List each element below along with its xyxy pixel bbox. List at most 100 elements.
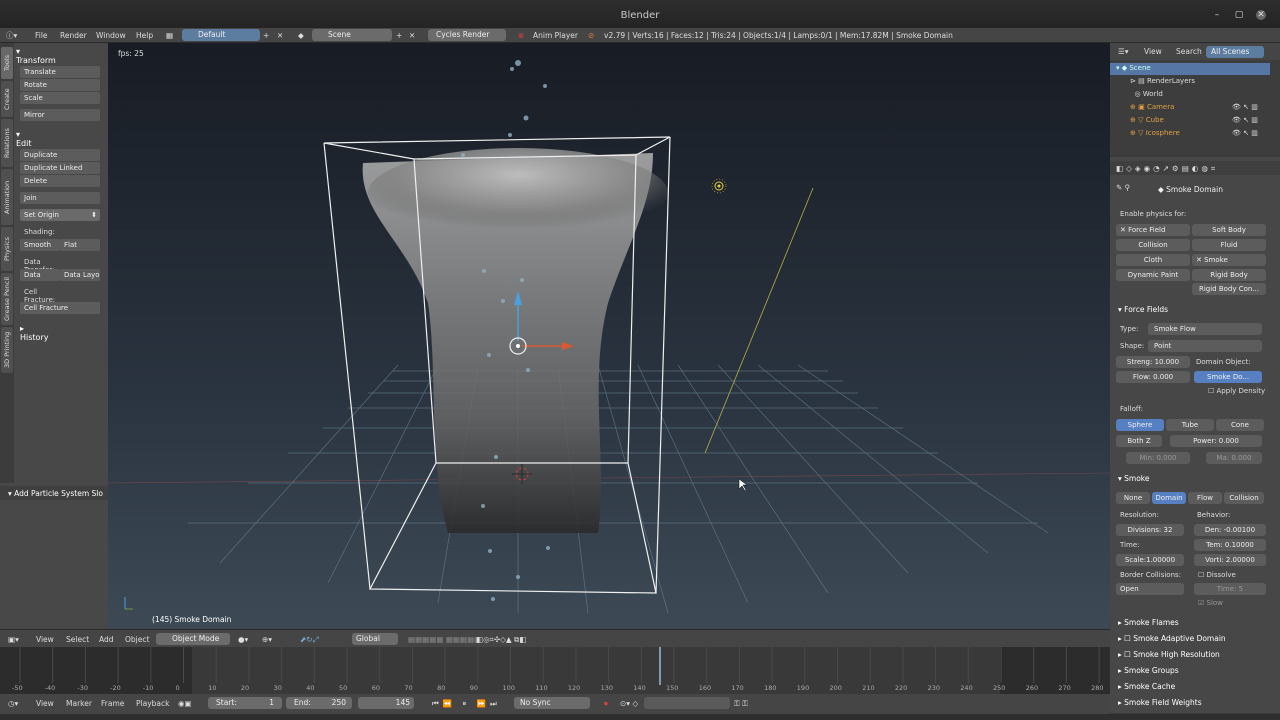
add-scene-icon[interactable]: + (396, 30, 402, 41)
visibility-icons[interactable]: 👁 ↖ ▥ (1232, 103, 1258, 111)
minimize-button[interactable]: – (1212, 10, 1222, 20)
slow-checkbox[interactable]: ☑ Slow (1198, 599, 1223, 607)
scene-icon[interactable]: ◆ (298, 30, 304, 41)
context-tab-icons[interactable]: ◧◇◈◉◔↗⚙▤◐◍⌗ (1116, 163, 1218, 174)
preview-range-icons[interactable]: ◉▣ (178, 698, 192, 709)
outliner-item-world[interactable]: ◎ World (1130, 90, 1162, 98)
smoke-cache-panel[interactable]: ▸ Smoke Cache (1118, 682, 1175, 691)
transform-orientation-select[interactable]: Global (352, 633, 398, 645)
render-engine-select[interactable]: Cycles Render (428, 29, 506, 41)
border-collisions-select[interactable]: Open (1116, 583, 1184, 595)
menu-render[interactable]: Render (60, 30, 87, 41)
falloff-sphere-button[interactable]: Sphere (1116, 419, 1164, 431)
fluid-button[interactable]: Fluid (1192, 239, 1266, 251)
tab-3d-printing[interactable]: 3D Printing (1, 327, 13, 373)
smoke-type-flow[interactable]: Flow (1188, 492, 1222, 504)
viewport-menu-object[interactable]: Object (125, 634, 149, 645)
menu-window[interactable]: Window (96, 30, 126, 41)
collision-button[interactable]: Collision (1116, 239, 1190, 251)
outliner-item-camera[interactable]: ⊕ ▣ Camera (1130, 103, 1174, 111)
smoke-high-resolution-panel[interactable]: ▸ ☐ Smoke High Resolution (1118, 650, 1220, 659)
viewport-menu-add[interactable]: Add (99, 634, 114, 645)
screen-layout-field[interactable]: Default (182, 29, 260, 41)
timeline-menu-frame[interactable]: Frame (101, 698, 124, 709)
timeline[interactable]: -50 -40 -30 -20 -10 0 10 20 30 40 50 60 70 80 90 100 110… (0, 647, 1110, 694)
data-layout-button[interactable]: Data Layo (60, 269, 100, 281)
rigid-body-button[interactable]: Rigid Body (1192, 269, 1266, 281)
end-frame-field[interactable]: End: 250 (286, 697, 352, 709)
cell-fracture-button[interactable]: Cell Fracture (20, 302, 100, 314)
scale-button[interactable]: Scale (20, 92, 100, 104)
add-layout-icon[interactable]: + (263, 30, 269, 41)
tab-create[interactable]: Create (1, 81, 13, 117)
min-distance-field[interactable]: Min: 0.000 (1126, 452, 1190, 464)
outliner-item-icosphere[interactable]: ⊕ ▽ Icosphere (1130, 129, 1180, 137)
sync-mode-select[interactable]: No Sync (514, 697, 590, 709)
viewport-menu-view[interactable]: View (36, 634, 54, 645)
delete-button[interactable]: Delete (20, 175, 100, 187)
menu-help[interactable]: Help (136, 30, 153, 41)
viewport-menu-select[interactable]: Select (66, 634, 89, 645)
smoke-flames-panel[interactable]: ▸ Smoke Flames (1118, 618, 1179, 627)
time-scale-field[interactable]: Scale:1.00000 (1116, 554, 1184, 566)
dissolve-checkbox[interactable]: ☐ Dissolve (1198, 571, 1236, 579)
outliner-item-renderlayers[interactable]: ⊳ ▤ RenderLayers (1130, 77, 1195, 85)
menu-file[interactable]: File (35, 30, 48, 41)
smoke-panel-header[interactable]: ▾ Smoke (1118, 474, 1150, 483)
history-panel-header[interactable]: ▸ History (20, 324, 48, 342)
properties-pin-icon[interactable]: ✎ ⚲ (1116, 183, 1130, 192)
playback-controls[interactable]: ⏮⏪ ⏸ ⏩⏭ (432, 698, 501, 709)
outliner-scope-select[interactable]: All Scenes (1206, 46, 1264, 58)
tab-animation[interactable]: Animation (1, 169, 13, 225)
viewport-tool-icons[interactable]: ◧◎⌗✣◇▲ ⧉◧ (476, 634, 527, 645)
duplicate-linked-button[interactable]: Duplicate Linked (20, 162, 100, 174)
properties-context-tabs[interactable]: ◧◇◈◉◔↗⚙▤◐◍⌗ (1110, 161, 1280, 175)
current-frame-field[interactable]: 145 (358, 697, 414, 709)
outliner-item-cube[interactable]: ⊕ ▽ Cube (1130, 116, 1164, 124)
transform-panel-header[interactable]: ▾ Transform (16, 47, 56, 65)
timeline-menu-playback[interactable]: Playback (136, 698, 169, 709)
flat-button[interactable]: Flat (60, 239, 100, 251)
smoke-type-none[interactable]: None (1116, 492, 1150, 504)
scene-field[interactable]: Scene (312, 29, 392, 41)
timeline-menu-marker[interactable]: Marker (66, 698, 92, 709)
outliner-menu-search[interactable]: Search (1176, 46, 1202, 57)
tab-tools[interactable]: Tools (1, 47, 13, 79)
smoke-groups-panel[interactable]: ▸ Smoke Groups (1118, 666, 1179, 675)
timeline-editor-icon[interactable]: ◷▾ (8, 698, 18, 709)
start-frame-field[interactable]: Start: 1 (208, 697, 282, 709)
visibility-icons-icosphere[interactable]: 👁 ↖ ▥ (1232, 129, 1258, 137)
viewport-editor-icon[interactable]: ▣▾ (8, 634, 19, 645)
remove-scene-icon[interactable]: ✕ (409, 30, 415, 41)
info-editor-icon[interactable]: ⓘ▾ (6, 30, 17, 41)
tab-grease-pencil[interactable]: Grease Pencil (1, 273, 13, 325)
divisions-field[interactable]: Divisions: 32 (1116, 524, 1184, 536)
translate-button[interactable]: Translate (20, 66, 100, 78)
3d-viewport[interactable]: fps: 25 (145) Smoke Domain (108, 43, 1110, 629)
smoke-adaptive-domain-panel[interactable]: ▸ ☐ Smoke Adaptive Domain (1118, 634, 1226, 643)
rigid-body-constraint-button[interactable]: Rigid Body Con... (1192, 283, 1266, 295)
pivot-icon[interactable]: ⊕▾ (262, 634, 272, 645)
mirror-button[interactable]: Mirror (20, 109, 100, 121)
manipulator-icons[interactable]: ⬈↻⤢ (300, 634, 319, 645)
flow-field[interactable]: Flow: 0.000 (1116, 371, 1190, 383)
smoke-field-weights-panel[interactable]: ▸ Smoke Field Weights (1118, 698, 1202, 707)
density-field[interactable]: Den: -0.00100 (1194, 524, 1266, 536)
keyframe-insert-icons[interactable]: ⚿ ⚿ (734, 698, 748, 709)
close-window-button[interactable]: ✕ (1256, 10, 1266, 20)
keying-set-field[interactable] (644, 697, 730, 709)
strength-field[interactable]: Streng: 10.000 (1116, 356, 1190, 368)
record-icon[interactable]: ⏺ (604, 698, 608, 709)
outliner-menu-view[interactable]: View (1144, 46, 1162, 57)
field-shape-select[interactable]: Point (1148, 340, 1262, 352)
remove-layout-icon[interactable]: ✕ (277, 30, 283, 41)
visibility-icons-cube[interactable]: 👁 ↖ ▥ (1232, 116, 1258, 124)
apply-density-checkbox[interactable]: ☐ Apply Density (1208, 387, 1265, 395)
dynamic-paint-button[interactable]: Dynamic Paint (1116, 269, 1190, 281)
field-type-select[interactable]: Smoke Flow (1148, 323, 1262, 335)
join-button[interactable]: Join (20, 192, 100, 204)
keying-icons[interactable]: ⊙▾ ◇ (620, 698, 638, 709)
smoke-type-collision[interactable]: Collision (1224, 492, 1264, 504)
vorticity-field[interactable]: Vorti: 2.00000 (1194, 554, 1266, 566)
operator-panel-header[interactable]: ▾ Add Particle System Slo (0, 486, 108, 500)
